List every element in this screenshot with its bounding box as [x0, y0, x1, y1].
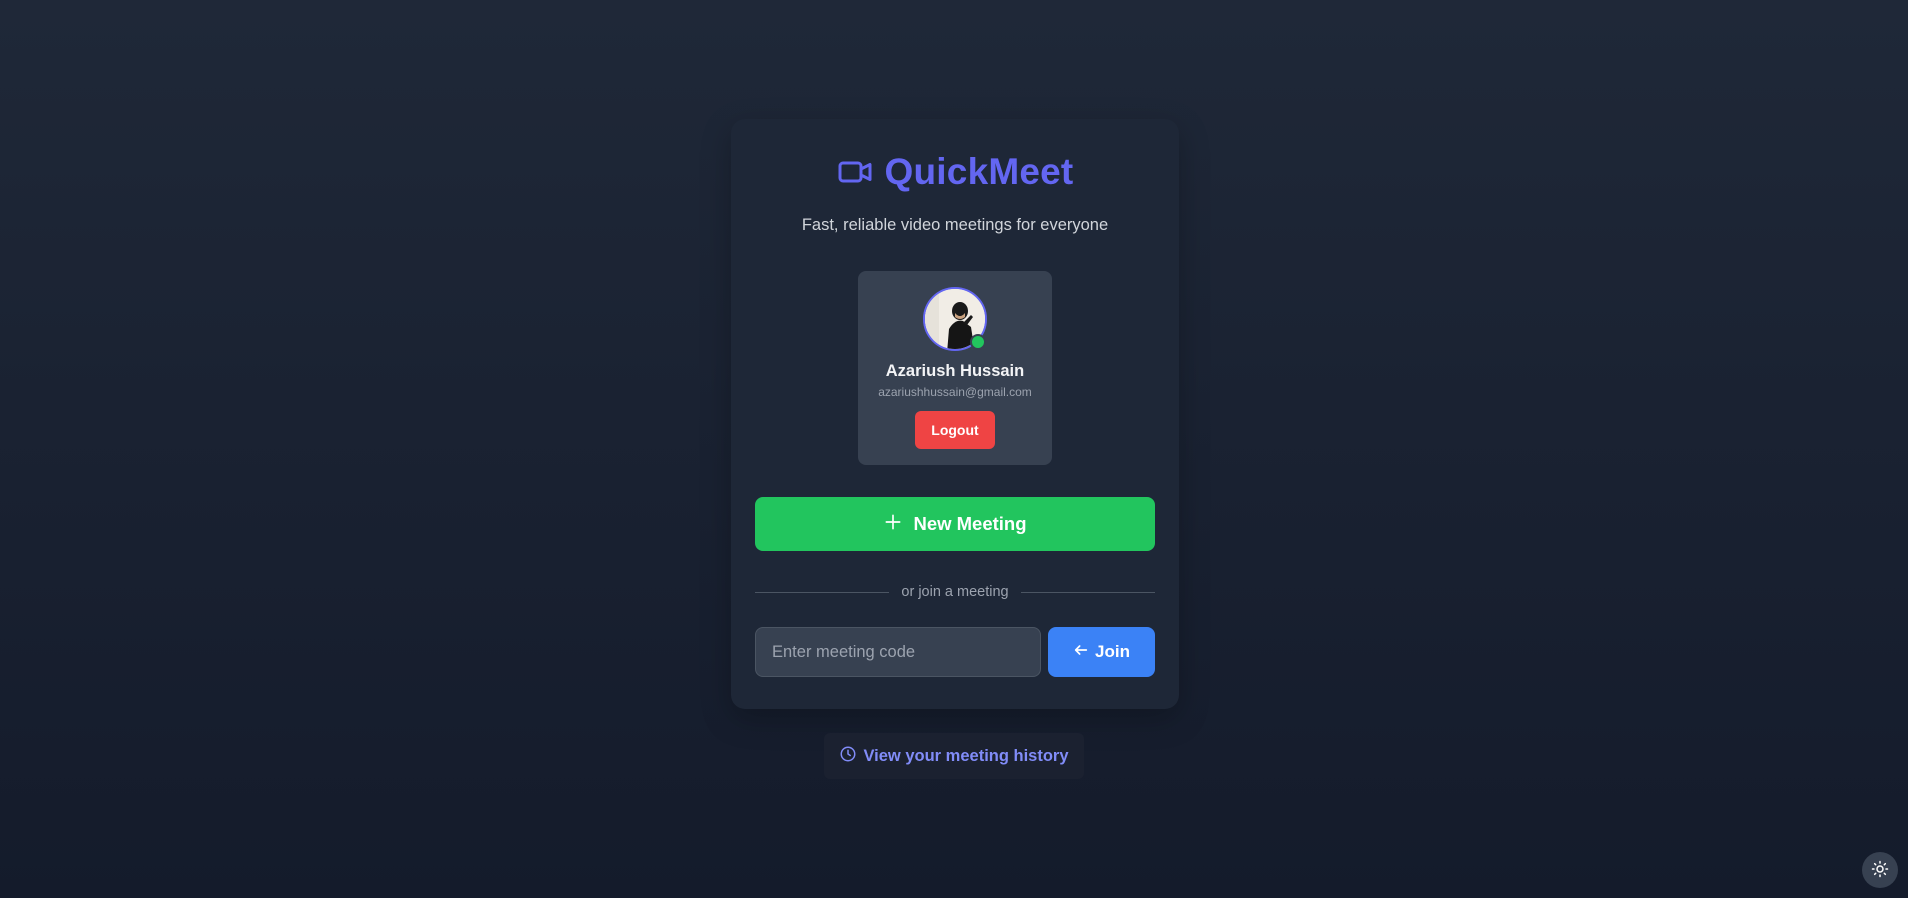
meeting-code-input[interactable] — [755, 627, 1041, 677]
history-label: View your meeting history — [863, 746, 1069, 765]
theme-toggle-button[interactable] — [1862, 852, 1898, 888]
brand-header: QuickMeet — [731, 151, 1179, 193]
user-profile-card: Azariush Hussain azariushhussain@gmail.c… — [858, 271, 1052, 465]
new-meeting-button[interactable]: New Meeting — [755, 497, 1155, 551]
divider-text: or join a meeting — [901, 584, 1009, 600]
sun-icon — [1871, 860, 1889, 881]
plus-icon — [883, 512, 903, 537]
divider-line-right — [1020, 591, 1156, 593]
arrow-left-icon — [1073, 642, 1089, 663]
user-name: Azariush Hussain — [885, 362, 1025, 380]
join-divider: or join a meeting — [755, 582, 1156, 602]
app-title: QuickMeet — [884, 151, 1074, 192]
tagline: Fast, reliable video meetings for everyo… — [801, 216, 1109, 234]
join-button[interactable]: Join — [1048, 627, 1155, 677]
new-meeting-label: New Meeting — [913, 513, 1027, 534]
join-label: Join — [1095, 642, 1130, 661]
home-card: QuickMeet Fast, reliable video meetings … — [731, 119, 1179, 709]
video-camera-icon — [837, 154, 873, 190]
meeting-history-link[interactable]: View your meeting history — [824, 733, 1084, 779]
online-status-indicator — [970, 334, 986, 350]
clock-icon — [839, 745, 857, 768]
logout-button[interactable]: Logout — [915, 411, 995, 449]
user-email: azariushhussain@gmail.com — [878, 385, 1032, 399]
divider-line-left — [755, 591, 890, 593]
